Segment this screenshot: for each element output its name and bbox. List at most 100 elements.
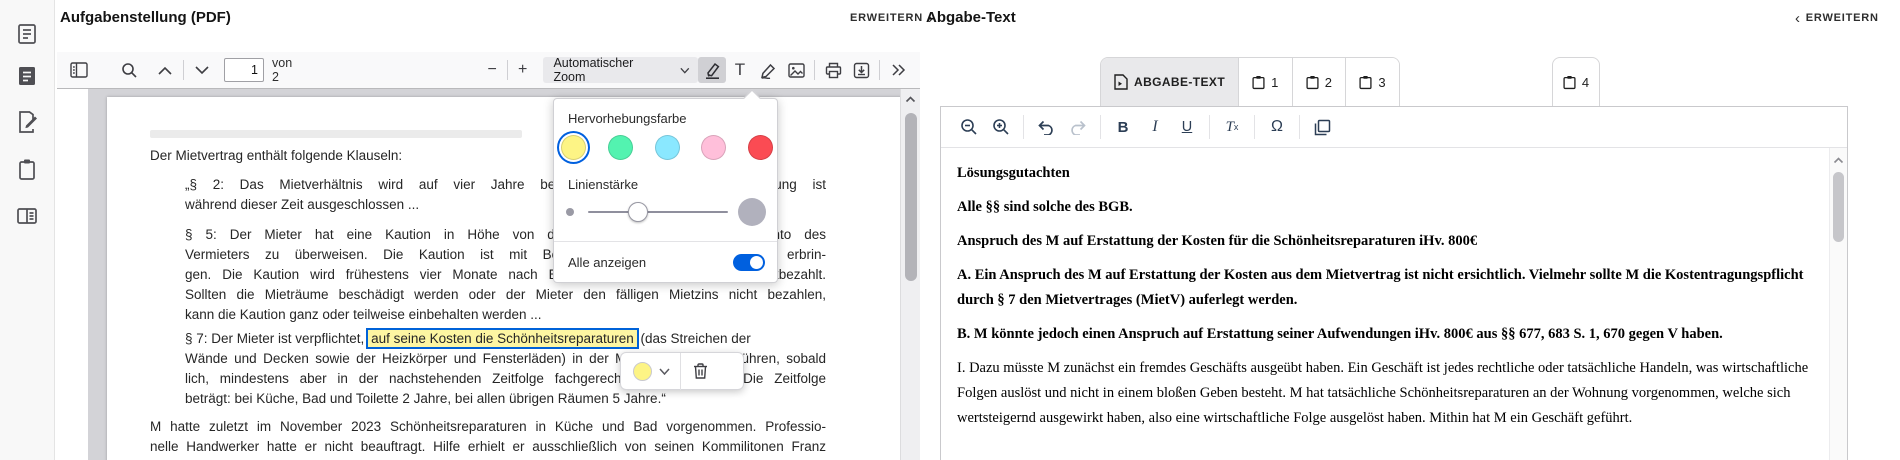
show-all-row: Alle anzeigen bbox=[568, 254, 765, 271]
search-icon[interactable] bbox=[115, 57, 143, 83]
editor-paragraph: A. Ein Anspruch des M auf Erstattung der… bbox=[957, 263, 1817, 313]
editor-expand-label: ERWEITERN bbox=[1806, 12, 1879, 24]
paste-icon[interactable] bbox=[1306, 112, 1338, 142]
pdf-clause7-pre: § 7: Der Mieter ist verpflichtet, bbox=[185, 331, 368, 346]
zoom-in-button[interactable]: + bbox=[512, 61, 534, 79]
scroll-up-icon[interactable] bbox=[1832, 154, 1845, 167]
color-swatch-pink[interactable] bbox=[701, 135, 726, 160]
redo-icon[interactable] bbox=[1062, 112, 1094, 142]
editor-paragraph: Lösungsgutachten bbox=[957, 161, 1817, 186]
ink-tool-button[interactable] bbox=[754, 57, 782, 83]
underline-button[interactable]: U bbox=[1171, 112, 1203, 142]
pdf-page: Der Mietvertrag enthält folgende Klausel… bbox=[107, 97, 910, 460]
chevron-down-icon[interactable] bbox=[659, 368, 670, 375]
split-view-icon[interactable] bbox=[15, 204, 39, 228]
editor-paragraph: Anspruch des M auf Erstattung der Kosten… bbox=[957, 229, 1817, 254]
pdf-scrollbar-thumb[interactable] bbox=[905, 113, 917, 281]
file-text-filled-icon[interactable] bbox=[15, 64, 39, 88]
find-next-icon[interactable] bbox=[188, 57, 216, 83]
show-all-label: Alle anzeigen bbox=[568, 255, 646, 270]
pdf-clause5-line: kann die Kaution ganz oder teilweise ein… bbox=[185, 305, 826, 325]
document-icon bbox=[1114, 74, 1128, 90]
pencil-icon bbox=[760, 62, 777, 79]
editor-paragraph: Alle §§ sind solche des BGB. bbox=[957, 195, 1817, 220]
show-all-toggle[interactable] bbox=[733, 254, 765, 271]
more-tools-icon[interactable] bbox=[884, 57, 912, 83]
annotation-color-swatch[interactable] bbox=[633, 362, 652, 381]
file-edit-icon[interactable] bbox=[15, 110, 39, 134]
print-icon[interactable] bbox=[819, 57, 847, 83]
editor-paragraph: I. Dazu müsste M zunächst ein fremdes Ge… bbox=[957, 356, 1817, 431]
clipboard-icon bbox=[1563, 75, 1576, 90]
page-number-input[interactable] bbox=[224, 58, 264, 82]
tab-abgabe-text[interactable]: ABGABE-TEXT bbox=[1101, 58, 1239, 106]
editor-paragraph: B. M könnte jedoch einen Anspruch auf Er… bbox=[957, 322, 1817, 347]
popup-divider bbox=[680, 353, 681, 390]
pdf-toolbar: von 2 − + Automatischer Zoom T bbox=[57, 52, 920, 89]
image-tool-button[interactable] bbox=[782, 57, 810, 83]
editor-expand-button[interactable]: ‹ ERWEITERN bbox=[1795, 12, 1879, 24]
clipboard-icon bbox=[1359, 75, 1372, 90]
highlight-color-label: Hervorhebungsfarbe bbox=[568, 111, 687, 126]
scroll-up-icon[interactable] bbox=[904, 93, 917, 106]
clipboard-icon bbox=[1252, 75, 1265, 90]
line-thickness-label: Linienstärke bbox=[568, 177, 638, 192]
tab-label: 2 bbox=[1325, 75, 1333, 90]
sidebar-toggle-icon[interactable] bbox=[65, 57, 93, 83]
slider-track[interactable] bbox=[588, 211, 728, 213]
editor-toolbar: B I U Tx Ω bbox=[941, 107, 1847, 148]
zoom-out-button[interactable]: − bbox=[481, 61, 503, 79]
pdf-scrollbar[interactable] bbox=[900, 89, 920, 460]
tab-4[interactable]: 4 bbox=[1552, 57, 1600, 107]
freetext-tool-button[interactable]: T bbox=[726, 57, 754, 83]
pdf-clause7-line: beträgt: bei Küche, Bad und Toilette 2 J… bbox=[185, 389, 826, 409]
pdf-expand-label: ERWEITERN bbox=[850, 12, 923, 24]
pdf-expand-button[interactable]: ERWEITERN › bbox=[850, 12, 934, 24]
thickness-min-dot bbox=[566, 208, 574, 216]
tab-1[interactable]: 1 bbox=[1239, 58, 1293, 106]
pdf-highlighted-text[interactable]: auf seine Kosten die Schönheitsreparatur… bbox=[368, 330, 637, 347]
chevron-down-icon bbox=[680, 67, 690, 74]
download-icon[interactable] bbox=[847, 57, 875, 83]
highlight-color-swatches bbox=[561, 135, 773, 160]
bold-button[interactable]: B bbox=[1107, 112, 1139, 142]
zoom-in-icon[interactable] bbox=[985, 112, 1017, 142]
zoom-out-icon[interactable] bbox=[953, 112, 985, 142]
pdf-closing-line: M hatte zuletzt im November 2023 Schönhe… bbox=[150, 417, 826, 437]
file-text-icon[interactable] bbox=[15, 22, 39, 46]
tab-label: ABGABE-TEXT bbox=[1134, 75, 1225, 89]
thickness-max-dot bbox=[738, 198, 766, 226]
highlight-settings-popup: Hervorhebungsfarbe Linienstärke Alle anz… bbox=[553, 98, 778, 283]
color-swatch-cyan[interactable] bbox=[655, 135, 680, 160]
zoom-level-select[interactable]: Automatischer Zoom bbox=[543, 57, 698, 83]
tab-2[interactable]: 2 bbox=[1293, 58, 1347, 106]
editor-scrollbar[interactable] bbox=[1829, 148, 1847, 460]
pdf-clause7-line: § 7: Der Mieter ist verpflichtet, auf se… bbox=[185, 329, 826, 349]
clipboard-icon[interactable] bbox=[15, 157, 39, 181]
italic-button[interactable]: I bbox=[1139, 112, 1171, 142]
highlighter-tool-button[interactable] bbox=[698, 57, 726, 83]
app-screen: Aufgabenstellung (PDF) ERWEITERN › Abgab… bbox=[0, 0, 1900, 460]
slider-thumb[interactable] bbox=[628, 202, 648, 222]
editor-panel-title: Abgabe-Text bbox=[926, 9, 1016, 26]
image-icon bbox=[788, 63, 805, 78]
remove-format-x: x bbox=[1234, 122, 1239, 132]
undo-icon[interactable] bbox=[1030, 112, 1062, 142]
tab-3[interactable]: 3 bbox=[1346, 58, 1399, 106]
app-sidebar bbox=[0, 0, 55, 460]
faded-text-line bbox=[150, 130, 522, 138]
color-swatch-red[interactable] bbox=[748, 135, 773, 160]
trash-icon[interactable] bbox=[692, 362, 709, 380]
tab-label: 3 bbox=[1378, 75, 1386, 90]
editor-scrollbar-thumb[interactable] bbox=[1833, 172, 1844, 242]
pdf-clause7-post: (das Streichen der bbox=[637, 331, 751, 346]
zoom-level-value: Automatischer Zoom bbox=[553, 56, 654, 84]
color-swatch-green[interactable] bbox=[608, 135, 633, 160]
editor-content[interactable]: Lösungsgutachten Alle §§ sind solche des… bbox=[941, 148, 1847, 460]
clipboard-icon bbox=[1306, 75, 1319, 90]
special-characters-button[interactable]: Ω bbox=[1261, 112, 1293, 142]
find-previous-icon[interactable] bbox=[151, 57, 179, 83]
color-swatch-yellow[interactable] bbox=[561, 135, 586, 160]
annotation-edit-popup bbox=[620, 352, 744, 390]
remove-format-button[interactable]: Tx bbox=[1216, 112, 1248, 142]
